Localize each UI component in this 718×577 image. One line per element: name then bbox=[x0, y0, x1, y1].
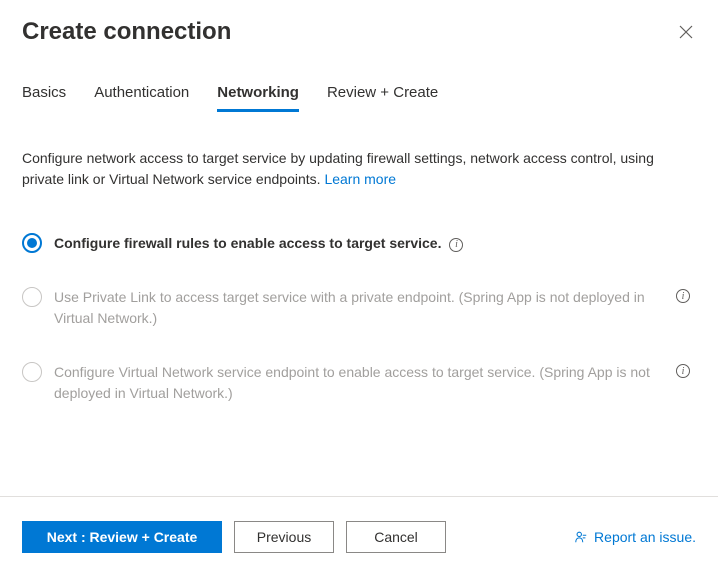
tabs: Basics Authentication Networking Review … bbox=[0, 56, 718, 112]
radio-private-link bbox=[22, 287, 42, 307]
option-vnet-endpoint-label: Configure Virtual Network service endpoi… bbox=[54, 361, 664, 404]
report-issue-link[interactable]: Report an issue. bbox=[574, 529, 696, 545]
close-button[interactable] bbox=[676, 22, 696, 42]
panel-title: Create connection bbox=[22, 18, 231, 46]
footer: Next : Review + Create Previous Cancel R… bbox=[0, 503, 718, 577]
tab-authentication[interactable]: Authentication bbox=[94, 84, 189, 112]
cancel-button[interactable]: Cancel bbox=[346, 521, 446, 553]
close-icon bbox=[679, 25, 693, 39]
radio-vnet-endpoint bbox=[22, 362, 42, 382]
networking-options: Configure firewall rules to enable acces… bbox=[0, 192, 718, 414]
radio-firewall[interactable] bbox=[22, 233, 42, 253]
panel-header: Create connection bbox=[0, 0, 718, 56]
option-vnet-endpoint: Configure Virtual Network service endpoi… bbox=[22, 351, 696, 414]
info-icon[interactable]: i bbox=[449, 238, 463, 252]
tab-networking[interactable]: Networking bbox=[217, 84, 299, 112]
report-issue-label: Report an issue. bbox=[594, 529, 696, 545]
tab-basics[interactable]: Basics bbox=[22, 84, 66, 112]
option-firewall-label: Configure firewall rules to enable acces… bbox=[54, 232, 441, 254]
previous-button[interactable]: Previous bbox=[234, 521, 334, 553]
learn-more-link[interactable]: Learn more bbox=[324, 171, 396, 187]
info-icon[interactable]: i bbox=[676, 289, 690, 303]
info-icon[interactable]: i bbox=[676, 364, 690, 378]
person-icon bbox=[574, 530, 588, 544]
next-review-create-button[interactable]: Next : Review + Create bbox=[22, 521, 222, 553]
option-private-link-label: Use Private Link to access target servic… bbox=[54, 286, 664, 329]
option-firewall[interactable]: Configure firewall rules to enable acces… bbox=[22, 222, 696, 264]
tab-review-create[interactable]: Review + Create bbox=[327, 84, 438, 112]
footer-divider bbox=[0, 496, 718, 497]
tab-description: Configure network access to target servi… bbox=[0, 112, 718, 192]
option-private-link: Use Private Link to access target servic… bbox=[22, 276, 696, 339]
